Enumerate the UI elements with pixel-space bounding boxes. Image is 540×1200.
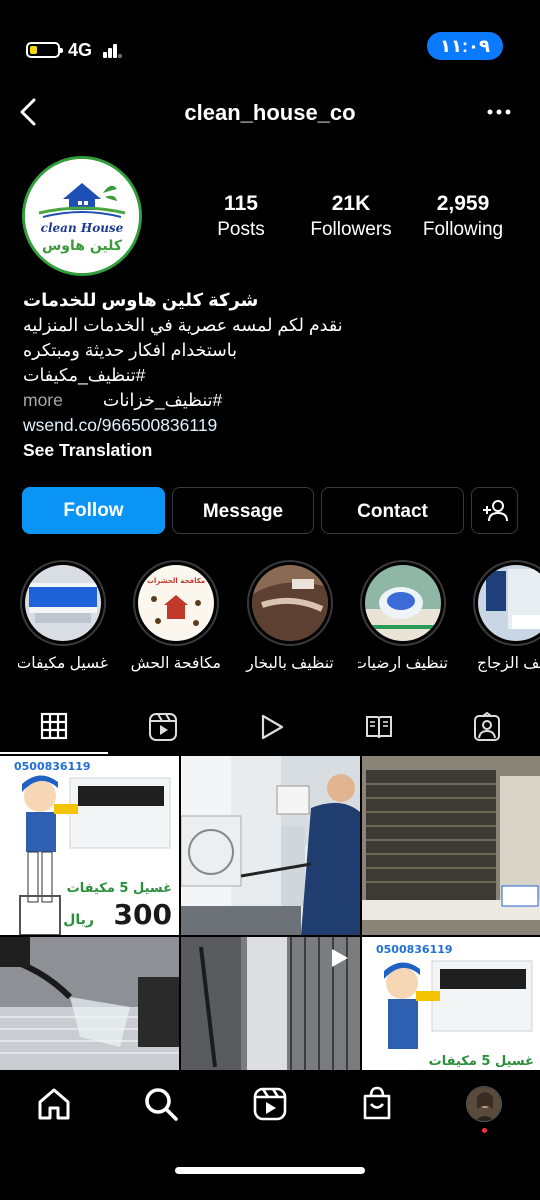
- bio-line: نقدم لكم لمسه عصرية في الخدمات المنزليه: [23, 315, 343, 335]
- profile-tabs: [0, 702, 540, 754]
- shop-icon[interactable]: [357, 1084, 397, 1124]
- highlight-label: غسيل مكيفات: [18, 655, 108, 672]
- status-bar: 4G ١١:٠٩: [0, 0, 540, 90]
- tab-tagged[interactable]: [432, 702, 540, 754]
- clock[interactable]: ١١:٠٩: [427, 32, 503, 60]
- see-translation-link[interactable]: See Translation: [23, 438, 518, 463]
- play-icon: [261, 714, 284, 740]
- highlight-label: تنظيف ارضيات: [358, 655, 448, 672]
- suggest-people-button[interactable]: [471, 487, 518, 534]
- post-thumbnail[interactable]: [362, 756, 540, 935]
- post-thumbnail[interactable]: 0500836119 غسيل 5 مكيفات 300 ريال: [0, 756, 179, 935]
- tagged-icon: [474, 712, 500, 741]
- home-indicator[interactable]: [175, 1167, 365, 1174]
- bio-hashtag[interactable]: #تنظيف_مكيفات: [23, 363, 518, 388]
- highlight-floor-cleaning[interactable]: تنظيف ارضيات: [358, 560, 448, 673]
- highlight-label: مكافحة الحش...: [131, 655, 221, 672]
- highlight-cover: مكافحة الحشرات: [138, 565, 214, 641]
- highlight-cover: [365, 565, 441, 641]
- tab-guides[interactable]: [324, 702, 432, 754]
- profile-header: clean_house_co: [0, 90, 540, 134]
- stat-following[interactable]: 2,959 Following: [413, 192, 513, 241]
- home-icon[interactable]: [34, 1084, 74, 1124]
- highlight-cover: [252, 565, 328, 641]
- network-type: 4G: [68, 40, 93, 60]
- highlight-cover: [25, 565, 101, 641]
- post-thumbnail[interactable]: [0, 937, 179, 1070]
- highlight-label: تنظيف بالبخار: [246, 655, 334, 672]
- contact-button[interactable]: Contact: [321, 487, 464, 534]
- svg-text:0500836119: 0500836119: [14, 760, 91, 773]
- message-button[interactable]: Message: [172, 487, 314, 534]
- posts-grid: 0500836119 غسيل 5 مكيفات 300 ريال 050083…: [0, 756, 540, 1070]
- guides-icon: [366, 716, 392, 739]
- more-options-icon[interactable]: [484, 98, 514, 126]
- bio-more-link[interactable]: more: [23, 390, 63, 410]
- bottom-navigation: [0, 1070, 540, 1140]
- company-logo: clean House كلين هاوس: [25, 159, 139, 273]
- profile-avatar-tab[interactable]: [466, 1086, 502, 1122]
- video-indicator-icon: [332, 949, 348, 967]
- profile-username: clean_house_co: [184, 100, 356, 125]
- post-thumbnail[interactable]: 0500836119 غسيل 5 مكيفات: [362, 937, 540, 1070]
- profile-bio: شركة كلين هاوس للخدمات نقدم لكم لمسه عصر…: [23, 288, 518, 463]
- post-thumbnail[interactable]: [181, 756, 360, 935]
- svg-text:غسيل 5 مكيفات: غسيل 5 مكيفات: [67, 881, 172, 896]
- svg-text:clean House: clean House: [41, 221, 124, 235]
- tab-grid[interactable]: [0, 702, 108, 754]
- search-icon[interactable]: [141, 1084, 181, 1124]
- svg-text:مكافحة الحشرات: مكافحة الحشرات: [147, 577, 205, 585]
- highlight-glass-cleaning[interactable]: تنظيف الزجاج: [471, 560, 540, 673]
- svg-text:300: 300: [114, 898, 172, 931]
- bio-website-link[interactable]: wsend.co/966500836119: [23, 413, 518, 438]
- svg-text:ريال: ريال: [63, 912, 94, 928]
- signal-icon: [103, 42, 123, 58]
- reels-icon[interactable]: [250, 1084, 290, 1124]
- profile-name: شركة كلين هاوس للخدمات: [23, 290, 259, 310]
- tab-videos[interactable]: [216, 702, 324, 754]
- stat-posts[interactable]: 115 Posts: [203, 192, 279, 241]
- highlight-label: تنظيف الزجاج: [477, 655, 540, 672]
- battery-icon: [26, 42, 63, 58]
- highlight-pest-control[interactable]: مكافحة الحشرات مكافحة الحش...: [131, 560, 221, 673]
- bio-hashtag[interactable]: #تنظيف_خزانات: [103, 390, 222, 410]
- highlight-steam-cleaning[interactable]: تنظيف بالبخار: [245, 560, 335, 673]
- highlight-cover: [478, 565, 540, 641]
- grid-icon: [40, 712, 68, 740]
- reels-icon: [149, 713, 177, 741]
- bio-line: باستخدام افكار حديثة ومبتكره: [23, 340, 237, 360]
- svg-text:0500836119: 0500836119: [376, 943, 453, 956]
- svg-text:غسيل 5 مكيفات: غسيل 5 مكيفات: [429, 1054, 534, 1069]
- post-thumbnail[interactable]: [181, 937, 360, 1070]
- notification-dot: [482, 1128, 487, 1133]
- tab-reels[interactable]: [108, 702, 216, 754]
- profile-avatar[interactable]: clean House كلين هاوس: [22, 156, 142, 276]
- svg-text:كلين هاوس: كلين هاوس: [42, 238, 123, 254]
- add-person-icon: [482, 500, 508, 522]
- follow-button[interactable]: Follow: [22, 487, 165, 534]
- stat-followers[interactable]: 21K Followers: [301, 192, 401, 241]
- highlight-ac-washing[interactable]: غسيل مكيفات: [18, 560, 108, 673]
